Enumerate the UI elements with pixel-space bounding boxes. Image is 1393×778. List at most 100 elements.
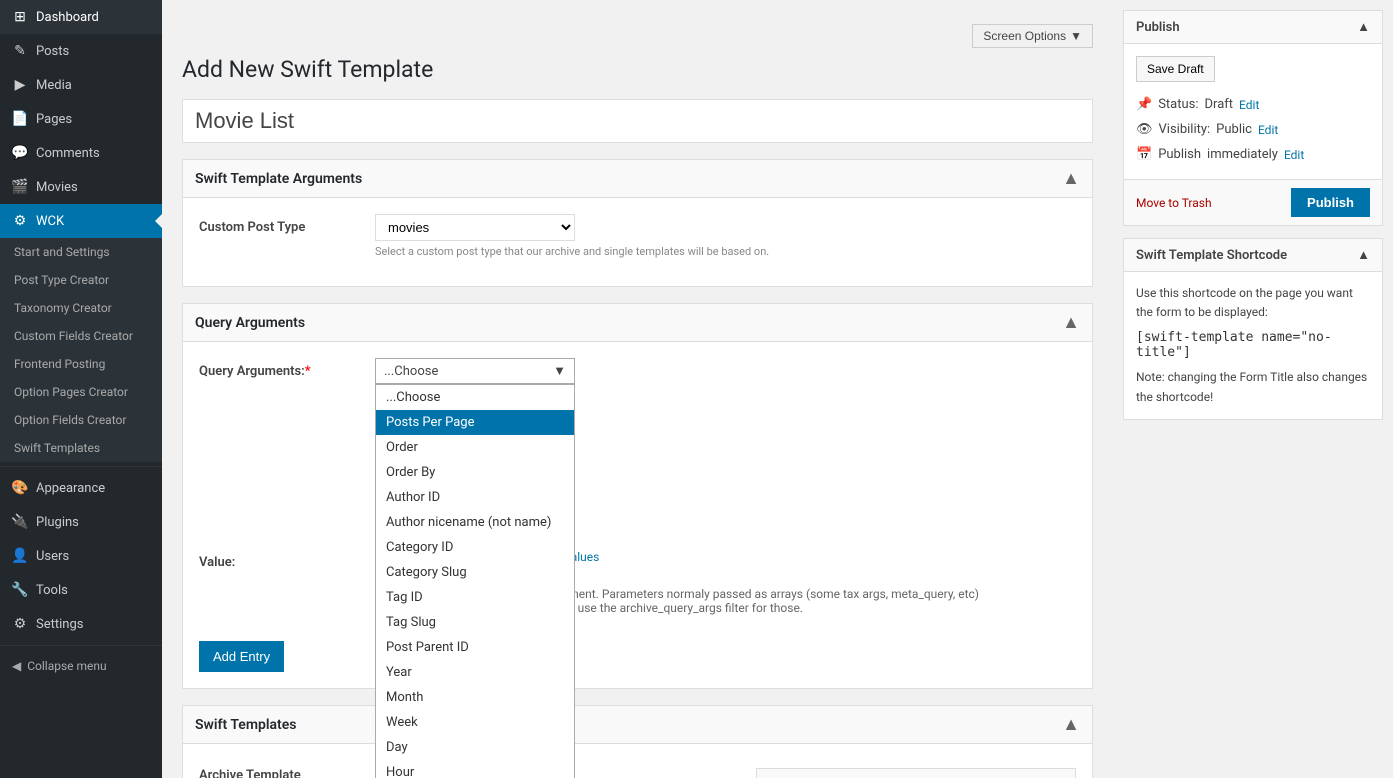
collapse-icon-query: ▲ (1062, 312, 1080, 333)
publish-panel: Publish ▲ Save Draft 📌 Status: Draft Edi… (1123, 10, 1383, 226)
shortcode-note: Note: changing the Form Title also chang… (1136, 368, 1370, 406)
add-entry-wrapper: Add Entry (199, 629, 1076, 672)
swift-templates-title: Swift Templates (195, 717, 296, 733)
dropdown-option-week[interactable]: Week (376, 710, 574, 735)
custom-post-type-row: Custom Post Type movies posts pages Sele… (199, 214, 1076, 258)
publish-panel-body: Save Draft 📌 Status: Draft Edit 👁 Visibi… (1124, 44, 1382, 179)
comments-icon: 💬 (12, 145, 28, 161)
dropdown-option-post-parent-id[interactable]: Post Parent ID (376, 635, 574, 660)
sidebar-item-frontend-posting[interactable]: Frontend Posting (0, 350, 162, 378)
add-entry-button[interactable]: Add Entry (199, 641, 284, 672)
sidebar-item-option-fields-creator[interactable]: Option Fields Creator (0, 406, 162, 434)
status-edit-link[interactable]: Edit (1239, 98, 1259, 112)
sidebar-item-dashboard[interactable]: ⊞ Dashboard (0, 0, 162, 34)
dropdown-option-author-id[interactable]: Author ID (376, 485, 574, 510)
dropdown-option-tag-id[interactable]: Tag ID (376, 585, 574, 610)
query-arguments-dropdown-trigger[interactable]: ...Choose ▼ (375, 358, 575, 384)
collapse-menu[interactable]: ◀ Collapse menu (0, 650, 162, 682)
chevron-down-icon: ▼ (1070, 29, 1082, 43)
dropdown-option-author-nicename[interactable]: Author nicename (not name) (376, 510, 574, 535)
custom-post-type-label: Custom Post Type (199, 214, 359, 235)
visibility-edit-link[interactable]: Edit (1258, 123, 1278, 137)
screen-options-bar: Screen Options ▼ (182, 20, 1093, 56)
wck-icon: ⚙ (12, 213, 28, 229)
swift-template-arguments-panel: Swift Template Arguments ▲ Custom Post T… (182, 159, 1093, 287)
publish-time-label: Publish (1158, 147, 1201, 162)
sidebar-item-users[interactable]: 👤 Users (0, 539, 162, 573)
sidebar-item-movies[interactable]: 🎬 Movies (0, 170, 162, 204)
value-row: Value: values (199, 544, 1076, 575)
screen-options-button[interactable]: Screen Options ▼ (972, 24, 1093, 48)
sidebar-item-plugins[interactable]: 🔌 Plugins (0, 505, 162, 539)
query-arguments-label: Query Arguments:* (199, 358, 359, 379)
publish-time-row: 📅 Publish immediately Edit (1136, 142, 1370, 167)
query-arguments-header[interactable]: Query Arguments ▲ (183, 304, 1092, 342)
dropdown-option-choose[interactable]: ...Choose (376, 385, 574, 410)
sidebar-item-custom-fields-creator[interactable]: Custom Fields Creator (0, 322, 162, 350)
sidebar-item-media[interactable]: ▶ Media (0, 68, 162, 102)
title-input[interactable] (195, 108, 1080, 134)
publish-time-value: immediately (1207, 147, 1278, 162)
posts-icon: ✎ (12, 43, 28, 59)
publish-panel-header: Publish ▲ (1124, 11, 1382, 44)
sidebar-item-comments[interactable]: 💬 Comments (0, 136, 162, 170)
available-vars-section: Available Variables (also see the docume… (756, 768, 1076, 778)
publish-time-edit-link[interactable]: Edit (1284, 148, 1304, 162)
dropdown-option-order-by[interactable]: Order By (376, 460, 574, 485)
page-title: Add New Swift Template (182, 56, 1093, 83)
sidebar-item-start-settings[interactable]: Start and Settings (0, 238, 162, 266)
sidebar-item-appearance[interactable]: 🎨 Appearance (0, 471, 162, 505)
movies-icon: 🎬 (12, 179, 28, 195)
dropdown-option-category-id[interactable]: Category ID (376, 535, 574, 560)
save-draft-button[interactable]: Save Draft (1136, 56, 1215, 82)
swift-template-arguments-header[interactable]: Swift Template Arguments ▲ (183, 160, 1092, 198)
query-arguments-dropdown-list[interactable]: ...Choose Posts Per Page Order Order By … (375, 384, 575, 778)
sidebar-item-pages[interactable]: 📄 Pages (0, 102, 162, 136)
dropdown-option-tag-slug[interactable]: Tag Slug (376, 610, 574, 635)
publish-footer: Move to Trash Publish (1124, 179, 1382, 225)
sidebar-item-taxonomy-creator[interactable]: Taxonomy Creator (0, 294, 162, 322)
swift-templates-header[interactable]: Swift Templates ▲ (183, 706, 1092, 744)
dropdown-option-day[interactable]: Day (376, 735, 574, 760)
sidebar-item-option-pages-creator[interactable]: Option Pages Creator (0, 378, 162, 406)
appearance-icon: 🎨 (12, 480, 28, 496)
dropdown-option-posts-per-page[interactable]: Posts Per Page (376, 410, 574, 435)
pages-icon: 📄 (12, 111, 28, 127)
value-label: Value: (199, 549, 359, 570)
title-input-wrapper (182, 99, 1093, 143)
sidebar-item-settings[interactable]: ⚙ Settings (0, 607, 162, 641)
query-dropdown-container: ...Choose ▼ ...Choose Posts Per Page Ord… (375, 358, 575, 384)
publish-button[interactable]: Publish (1291, 188, 1370, 217)
sidebar-item-posts[interactable]: ✎ Posts (0, 34, 162, 68)
shortcode-description: Use this shortcode on the page you want … (1136, 284, 1370, 322)
media-icon: ▶ (12, 77, 28, 93)
available-vars-box: Available Variables (also see the docume… (756, 768, 1076, 778)
shortcode-panel-body: Use this shortcode on the page you want … (1124, 272, 1382, 419)
dropdown-option-year[interactable]: Year (376, 660, 574, 685)
visibility-label: Visibility: (1159, 122, 1211, 137)
plugins-icon: 🔌 (12, 514, 28, 530)
shortcode-panel-title: Swift Template Shortcode (1136, 248, 1287, 263)
visibility-row: 👁 Visibility: Public Edit (1136, 117, 1370, 142)
dropdown-selected-value: ...Choose (384, 364, 438, 379)
dropdown-arrow-icon: ▼ (553, 363, 566, 379)
status-row: 📌 Status: Draft Edit (1136, 92, 1370, 117)
swift-template-arguments-title: Swift Template Arguments (195, 171, 362, 187)
dropdown-option-hour[interactable]: Hour (376, 760, 574, 778)
collapse-icon-arguments: ▲ (1062, 168, 1080, 189)
sidebar-item-tools[interactable]: 🔧 Tools (0, 573, 162, 607)
move-to-trash-link[interactable]: Move to Trash (1136, 196, 1212, 210)
swift-templates-body: Archive Template o exit 1 (183, 744, 1092, 778)
custom-post-type-select-wrap: movies posts pages Select a custom post … (375, 214, 769, 258)
dropdown-option-order[interactable]: Order (376, 435, 574, 460)
custom-post-type-select[interactable]: movies posts pages (375, 214, 575, 241)
sidebar-item-wck[interactable]: ⚙ WCK (0, 204, 162, 238)
shortcode-collapse-icon: ▲ (1357, 247, 1370, 263)
dropdown-option-category-slug[interactable]: Category Slug (376, 560, 574, 585)
sidebar-item-post-type-creator[interactable]: Post Type Creator (0, 266, 162, 294)
shortcode-code: [swift-template name="no-title"] (1136, 330, 1370, 360)
dropdown-option-month[interactable]: Month (376, 685, 574, 710)
query-arguments-title: Query Arguments (195, 315, 305, 331)
query-arguments-row: Query Arguments:* ...Choose ▼ ...Choose … (199, 358, 1076, 384)
sidebar-item-swift-templates[interactable]: Swift Templates (0, 434, 162, 462)
